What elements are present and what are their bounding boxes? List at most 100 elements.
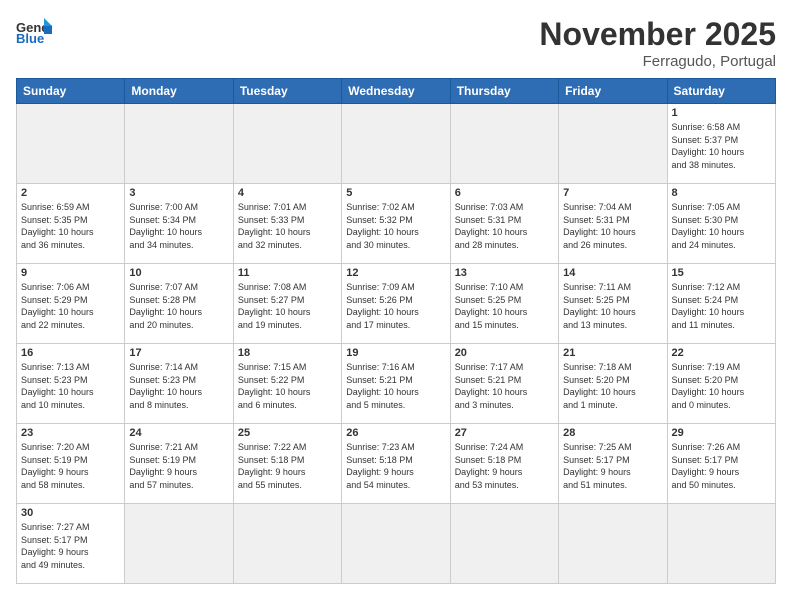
day-cell — [233, 504, 341, 584]
week-row-4: 16 Sunrise: 7:13 AM Sunset: 5:23 PM Dayli… — [17, 344, 776, 424]
day-cell: 11 Sunrise: 7:08 AM Sunset: 5:27 PM Dayli… — [233, 264, 341, 344]
day-info: Sunrise: 7:08 AM Sunset: 5:27 PM Dayligh… — [238, 281, 337, 331]
weekday-header-tuesday: Tuesday — [233, 79, 341, 104]
day-cell: 29 Sunrise: 7:26 AM Sunset: 5:17 PM Dayli… — [667, 424, 775, 504]
day-info: Sunrise: 7:15 AM Sunset: 5:22 PM Dayligh… — [238, 361, 337, 411]
day-number: 8 — [672, 187, 771, 199]
day-cell — [559, 104, 667, 184]
day-cell: 7Sunrise: 7:04 AM Sunset: 5:31 PM Daylig… — [559, 184, 667, 264]
day-cell: 3Sunrise: 7:00 AM Sunset: 5:34 PM Daylig… — [125, 184, 233, 264]
day-cell: 16 Sunrise: 7:13 AM Sunset: 5:23 PM Dayli… — [17, 344, 125, 424]
day-number: 1 — [672, 107, 771, 119]
day-cell: 4 Sunrise: 7:01 AM Sunset: 5:33 PM Daylig… — [233, 184, 341, 264]
day-info: Sunrise: 7:10 AM Sunset: 5:25 PM Dayligh… — [455, 281, 554, 331]
day-number: 13 — [455, 267, 554, 279]
day-cell: 6Sunrise: 7:03 AM Sunset: 5:31 PM Daylig… — [450, 184, 558, 264]
day-info: Sunrise: 7:01 AM Sunset: 5:33 PM Dayligh… — [238, 201, 337, 251]
week-row-1: 1 Sunrise: 6:58 AM Sunset: 5:37 PM Daylig… — [17, 104, 776, 184]
day-cell: 14 Sunrise: 7:11 AM Sunset: 5:25 PM Dayli… — [559, 264, 667, 344]
day-info: Sunrise: 7:09 AM Sunset: 5:26 PM Dayligh… — [346, 281, 445, 331]
day-number: 30 — [21, 507, 120, 519]
day-info: Sunrise: 7:13 AM Sunset: 5:23 PM Dayligh… — [21, 361, 120, 411]
day-info: Sunrise: 7:23 AM Sunset: 5:18 PM Dayligh… — [346, 441, 445, 491]
day-number: 16 — [21, 347, 120, 359]
day-cell: 23Sunrise: 7:20 AM Sunset: 5:19 PM Dayli… — [17, 424, 125, 504]
day-cell: 27Sunrise: 7:24 AM Sunset: 5:18 PM Dayli… — [450, 424, 558, 504]
day-cell: 10 Sunrise: 7:07 AM Sunset: 5:28 PM Dayli… — [125, 264, 233, 344]
day-number: 29 — [672, 427, 771, 439]
day-cell — [125, 104, 233, 184]
day-cell: 19 Sunrise: 7:16 AM Sunset: 5:21 PM Dayli… — [342, 344, 450, 424]
weekday-header-row: SundayMondayTuesdayWednesdayThursdayFrid… — [17, 79, 776, 104]
day-cell: 26 Sunrise: 7:23 AM Sunset: 5:18 PM Dayli… — [342, 424, 450, 504]
day-number: 11 — [238, 267, 337, 279]
day-cell: 2Sunrise: 6:59 AM Sunset: 5:35 PM Daylig… — [17, 184, 125, 264]
day-number: 28 — [563, 427, 662, 439]
day-number: 19 — [346, 347, 445, 359]
day-number: 14 — [563, 267, 662, 279]
weekday-header-monday: Monday — [125, 79, 233, 104]
day-cell: 1 Sunrise: 6:58 AM Sunset: 5:37 PM Daylig… — [667, 104, 775, 184]
day-cell: 17 Sunrise: 7:14 AM Sunset: 5:23 PM Dayli… — [125, 344, 233, 424]
day-cell — [342, 104, 450, 184]
day-number: 26 — [346, 427, 445, 439]
day-cell — [450, 504, 558, 584]
day-cell: 30 Sunrise: 7:27 AM Sunset: 5:17 PM Dayli… — [17, 504, 125, 584]
weekday-header-thursday: Thursday — [450, 79, 558, 104]
day-number: 4 — [238, 187, 337, 199]
day-info: Sunrise: 6:58 AM Sunset: 5:37 PM Dayligh… — [672, 121, 771, 171]
day-info: Sunrise: 7:12 AM Sunset: 5:24 PM Dayligh… — [672, 281, 771, 331]
day-number: 5 — [346, 187, 445, 199]
logo: General Blue — [16, 16, 52, 44]
day-info: Sunrise: 7:16 AM Sunset: 5:21 PM Dayligh… — [346, 361, 445, 411]
day-cell: 9 Sunrise: 7:06 AM Sunset: 5:29 PM Daylig… — [17, 264, 125, 344]
day-cell — [125, 504, 233, 584]
day-number: 17 — [129, 347, 228, 359]
day-number: 20 — [455, 347, 554, 359]
day-cell: 8 Sunrise: 7:05 AM Sunset: 5:30 PM Daylig… — [667, 184, 775, 264]
day-info: Sunrise: 7:26 AM Sunset: 5:17 PM Dayligh… — [672, 441, 771, 491]
day-cell: 22Sunrise: 7:19 AM Sunset: 5:20 PM Dayli… — [667, 344, 775, 424]
day-cell: 12Sunrise: 7:09 AM Sunset: 5:26 PM Dayli… — [342, 264, 450, 344]
weekday-header-saturday: Saturday — [667, 79, 775, 104]
day-cell: 5Sunrise: 7:02 AM Sunset: 5:32 PM Daylig… — [342, 184, 450, 264]
day-number: 6 — [455, 187, 554, 199]
day-info: Sunrise: 7:21 AM Sunset: 5:19 PM Dayligh… — [129, 441, 228, 491]
day-number: 10 — [129, 267, 228, 279]
day-number: 25 — [238, 427, 337, 439]
day-info: Sunrise: 7:11 AM Sunset: 5:25 PM Dayligh… — [563, 281, 662, 331]
day-cell — [342, 504, 450, 584]
day-info: Sunrise: 7:06 AM Sunset: 5:29 PM Dayligh… — [21, 281, 120, 331]
day-number: 2 — [21, 187, 120, 199]
day-info: Sunrise: 7:27 AM Sunset: 5:17 PM Dayligh… — [21, 521, 120, 571]
calendar-table: SundayMondayTuesdayWednesdayThursdayFrid… — [16, 78, 776, 584]
day-info: Sunrise: 7:20 AM Sunset: 5:19 PM Dayligh… — [21, 441, 120, 491]
day-cell: 18Sunrise: 7:15 AM Sunset: 5:22 PM Dayli… — [233, 344, 341, 424]
day-info: Sunrise: 7:18 AM Sunset: 5:20 PM Dayligh… — [563, 361, 662, 411]
day-cell: 28 Sunrise: 7:25 AM Sunset: 5:17 PM Dayli… — [559, 424, 667, 504]
day-cell — [667, 504, 775, 584]
day-number: 15 — [672, 267, 771, 279]
day-cell: 21Sunrise: 7:18 AM Sunset: 5:20 PM Dayli… — [559, 344, 667, 424]
svg-text:Blue: Blue — [16, 31, 44, 44]
week-row-6: 30 Sunrise: 7:27 AM Sunset: 5:17 PM Dayli… — [17, 504, 776, 584]
day-cell: 24 Sunrise: 7:21 AM Sunset: 5:19 PM Dayli… — [125, 424, 233, 504]
day-info: Sunrise: 7:17 AM Sunset: 5:21 PM Dayligh… — [455, 361, 554, 411]
location: Ferragudo, Portugal — [539, 53, 776, 70]
day-cell — [559, 504, 667, 584]
day-number: 22 — [672, 347, 771, 359]
day-info: Sunrise: 7:24 AM Sunset: 5:18 PM Dayligh… — [455, 441, 554, 491]
month-title-area: November 2025 Ferragudo, Portugal — [539, 16, 776, 70]
day-info: Sunrise: 7:22 AM Sunset: 5:18 PM Dayligh… — [238, 441, 337, 491]
header: General Blue November 2025 Ferragudo, Po… — [16, 16, 776, 70]
day-cell: 20 Sunrise: 7:17 AM Sunset: 5:21 PM Dayli… — [450, 344, 558, 424]
month-title: November 2025 — [539, 16, 776, 53]
day-number: 24 — [129, 427, 228, 439]
day-info: Sunrise: 7:25 AM Sunset: 5:17 PM Dayligh… — [563, 441, 662, 491]
day-cell: 13 Sunrise: 7:10 AM Sunset: 5:25 PM Dayli… — [450, 264, 558, 344]
day-info: Sunrise: 7:04 AM Sunset: 5:31 PM Dayligh… — [563, 201, 662, 251]
day-info: Sunrise: 7:05 AM Sunset: 5:30 PM Dayligh… — [672, 201, 771, 251]
day-info: Sunrise: 7:14 AM Sunset: 5:23 PM Dayligh… — [129, 361, 228, 411]
day-info: Sunrise: 7:07 AM Sunset: 5:28 PM Dayligh… — [129, 281, 228, 331]
day-number: 9 — [21, 267, 120, 279]
